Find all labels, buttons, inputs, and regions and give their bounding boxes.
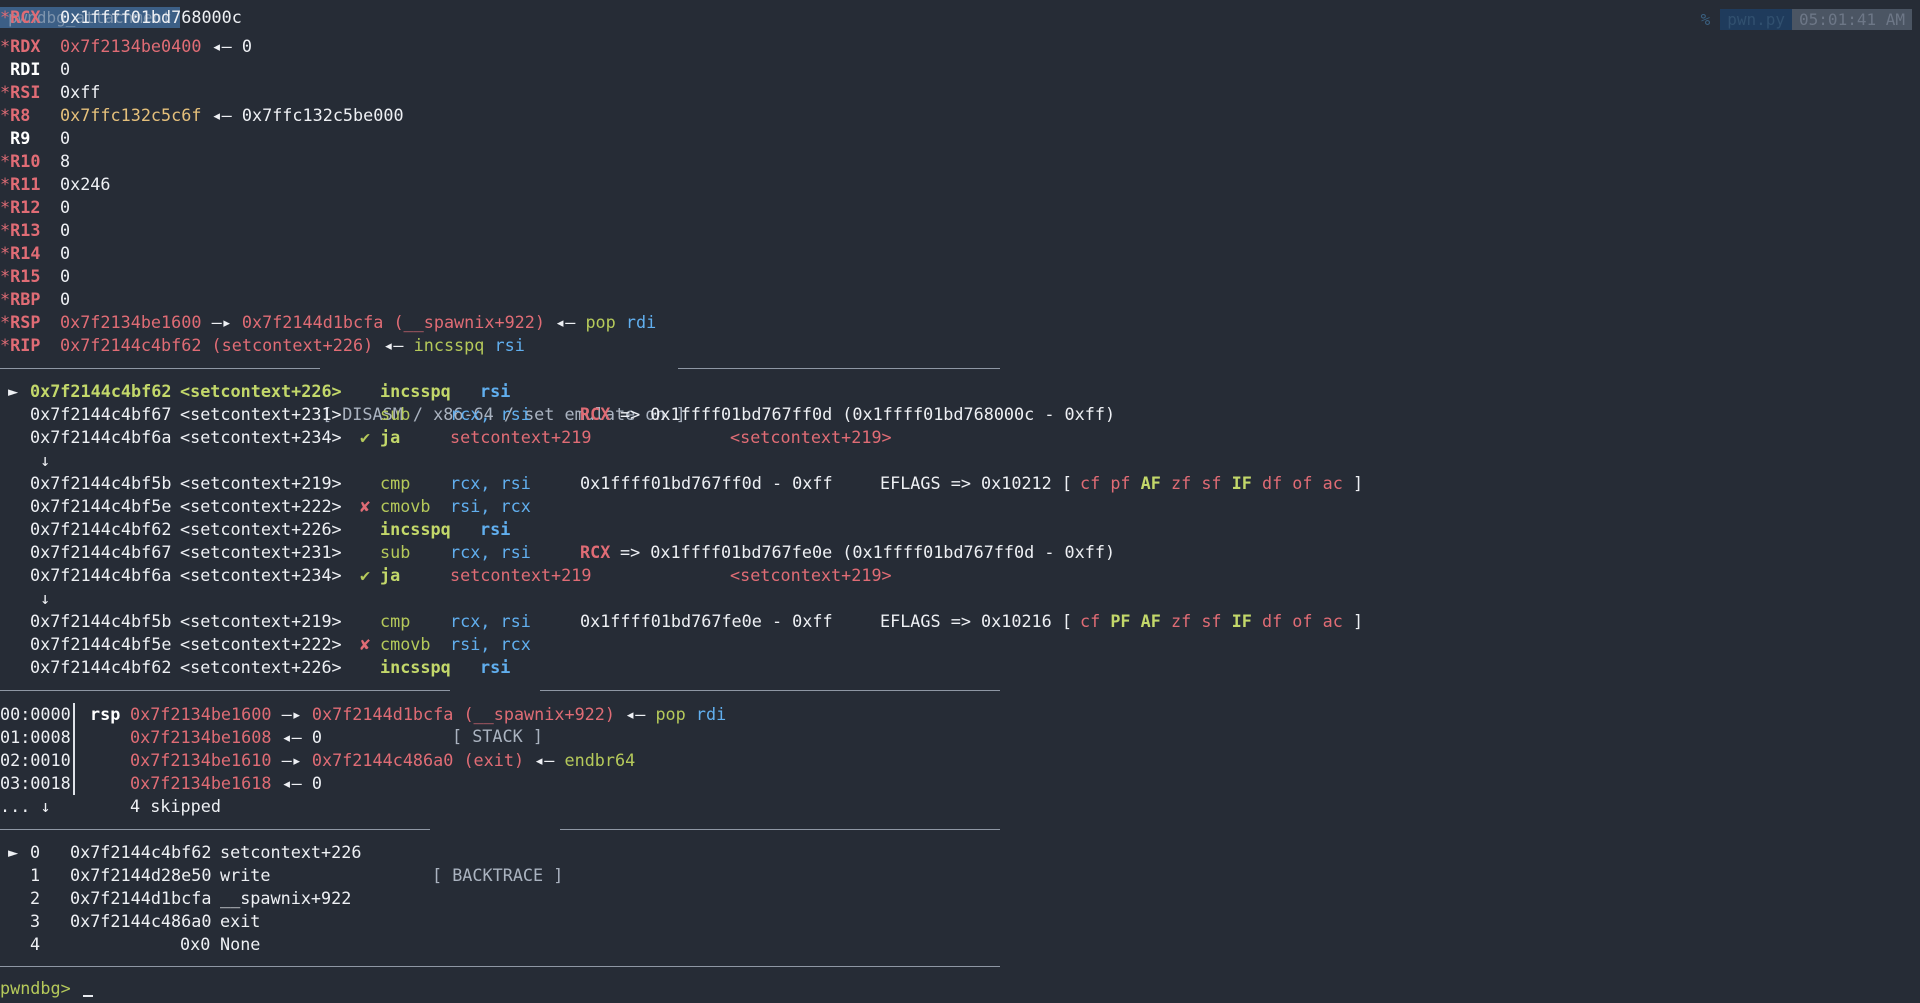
register-row-r10: *R10 8 [0,151,71,171]
register-row-rip: *RIP 0x7f2144c4bf62 (setcontext+226) ◂— i… [0,335,525,355]
register-row-rsi: *RSI 0xff [0,82,101,102]
register-row-rcx: *RCX 0x1ffff01bd768000c [0,7,242,27]
section-divider [0,966,1000,967]
register-row-rsp: *RSP 0x7f2134be1600 —▸ 0x7f2144d1bcfa (__… [0,312,657,332]
register-row-r12: *R12 0 [0,197,71,217]
text-cursor [82,995,93,997]
register-row-rdx: *RDX 0x7f2134be0400 ◂— 0 [0,36,252,56]
stack-gutter [73,703,75,795]
stack-section-header: [ STACK ] [0,679,1000,746]
tmux-flag: % [1700,10,1711,29]
terminal-window[interactable]: pwndbg_attachment % pwn.py 05:01:41 AM *… [0,0,1920,1003]
register-row-r15: *R15 0 [0,266,71,286]
command-prompt[interactable]: pwndbg> [0,977,93,1000]
register-row-r14: *R14 0 [0,243,71,263]
register-row-r9: R9 0 [10,128,71,148]
prompt-label: pwndbg> [0,978,71,998]
tmux-window-name[interactable]: pwn.py [1720,9,1793,30]
tmux-clock: 05:01:41 AM [1792,9,1912,30]
backtrace-section-header: [ BACKTRACE ] [0,818,1000,885]
register-row-r13: *R13 0 [0,220,71,240]
register-row-rbp: *RBP 0 [0,289,71,309]
disasm-section-header: [ DISASM / x86-64 / set emulate on ] [0,357,1000,424]
tmux-status-right: % pwn.py 05:01:41 AM [1701,9,1912,30]
register-row-r11: *R11 0x246 [0,174,111,194]
register-row-r8: *R8 0x7ffc132c5c6f ◂— 0x7ffc132c5be000 [0,105,404,125]
register-row-rdi: RDI 0 [10,59,71,79]
